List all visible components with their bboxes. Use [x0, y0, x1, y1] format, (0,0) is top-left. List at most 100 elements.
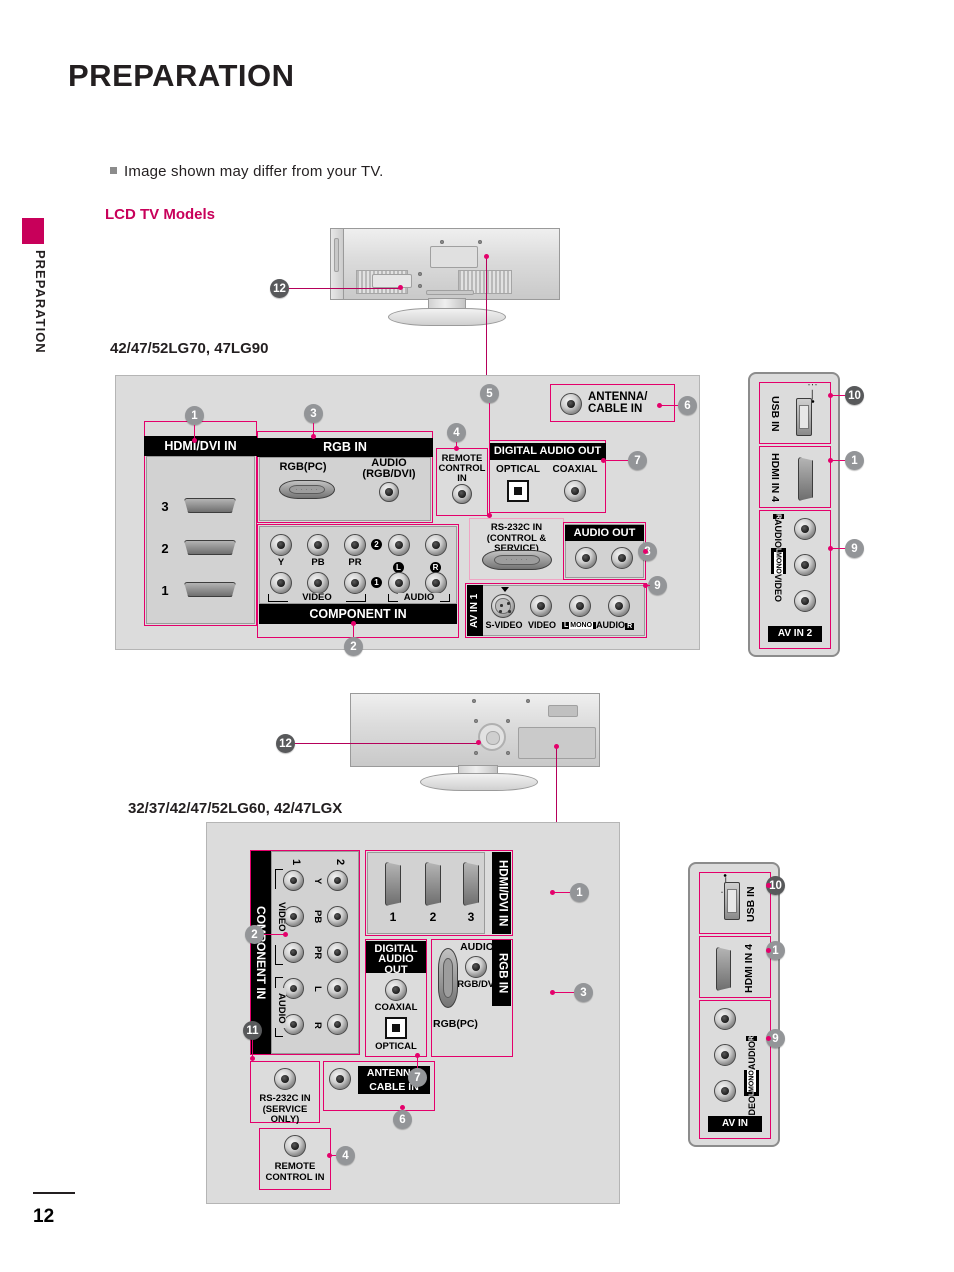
tv-screw-3 [440, 240, 444, 244]
digital-audio-out-optical-label: OPTICAL [496, 464, 540, 475]
callout-11-panel2-dot [250, 1056, 255, 1061]
remote-control-in-p2-jack [284, 1135, 306, 1157]
component-2-pb [307, 534, 329, 556]
connection-panel-lg60: COMPONENT IN 1 2 Y PB PR L R VIDEO AUDIO… [206, 822, 620, 1204]
remote-control-in-label-2: CONTROL IN [438, 463, 486, 484]
component-1-audio-r [425, 572, 447, 594]
callout-10-side2-dot [766, 883, 771, 888]
rgb-in-p2-rgb-pc-connector [438, 948, 458, 1008]
callout-9-side1: 9 [845, 539, 864, 558]
rs232c-p2-jack [274, 1068, 296, 1090]
av-in-1-audio-l-jack [569, 595, 591, 617]
digital-audio-out-p2-optical-port [385, 1017, 407, 1039]
callout-6-panel2-dot [400, 1105, 405, 1110]
page-title: PREPARATION [68, 58, 295, 93]
component-label-pr: PR [348, 557, 362, 568]
component-p2-col1-label: 1 [290, 858, 302, 866]
callout-9-panel1-dot [643, 583, 648, 588]
section-heading: LCD TV Models [105, 206, 216, 223]
rgb-pc-connector: · · · · · [279, 480, 335, 499]
hdmi-port-3 [184, 498, 236, 513]
component-1-y [270, 572, 292, 594]
rgb-pc-p2-pins [443, 958, 453, 998]
remote-control-in-jack [452, 484, 472, 504]
side1-audio-label-row: R AUDIO L MONO VIDEO [768, 514, 788, 634]
component-1-pr [344, 572, 366, 594]
side-tab-block [22, 218, 44, 244]
tv2-top-slot [548, 705, 578, 717]
av-in-1-audio-r-jack [608, 595, 630, 617]
hdmi-dvi-in-title: HDMI/DVI IN [144, 436, 257, 456]
s-video-pins [495, 598, 511, 614]
rs232c-connector: · · · · · [482, 550, 552, 570]
callout-9-side2-dot [766, 1036, 771, 1041]
component-p2-col2-label: 2 [334, 858, 346, 866]
side-panel-av-in-2: USB IN ⋮—• HDMI IN 4 R AUDIO L MONO VIDEO AV… [748, 372, 840, 657]
callout-6-panel1: 6 [678, 396, 697, 415]
callout-12-bottom-dot [476, 740, 481, 745]
av-in-1-right-badge: R [625, 623, 635, 630]
callout-4-panel1-dot [454, 446, 459, 451]
callout-6-panel1-leader [660, 405, 678, 407]
callout-2-panel2: 2 [245, 925, 264, 944]
rgb-in-p2-audio-label: AUDIO [460, 941, 494, 953]
audio-out-right-jack [611, 547, 633, 569]
rgb-in-p2-audio-jack [465, 956, 487, 978]
hdmi-p2-port-1-label: 1 [389, 910, 397, 924]
tv2-screw-top-1 [472, 699, 476, 703]
side2-audio-text: AUDIO [747, 1040, 757, 1070]
tv2-screw-3 [474, 751, 478, 755]
av-in-1-s-video-label: S-VIDEO [485, 620, 523, 630]
hdmi-p2-port-2 [425, 862, 441, 906]
component-set-2-number: 2 [371, 539, 382, 550]
note-text: Image shown may differ from your TV. [124, 163, 384, 180]
side2-audio-label-row: VIDEO L MONO AUDIO R [742, 1004, 762, 1124]
component-p2-2-pr [327, 942, 348, 963]
tv2-vesa-mount [478, 723, 506, 751]
callout-2-panel1-dot [351, 621, 356, 626]
hdmi-p2-port-1 [385, 862, 401, 906]
digital-audio-out-p2-coaxial-jack [385, 979, 407, 1001]
callout-6-panel2: 6 [393, 1110, 412, 1129]
s-video-orientation-marker [501, 587, 509, 592]
callout-2-panel1-leader [353, 625, 355, 637]
callout-12-top-leader [289, 288, 400, 290]
side2-audio-r-jack [714, 1008, 736, 1030]
model-group-2-label: 32/37/42/47/52LG60, 42/47LGX [128, 800, 343, 817]
callout-6-panel1-dot [657, 403, 662, 408]
component-1-pb [307, 572, 329, 594]
av-in-1-video-jack [530, 595, 552, 617]
callout-1-panel2: 1 [570, 883, 589, 902]
digital-audio-out-coaxial-label: COAXIAL [552, 464, 598, 475]
callout-1-side1-dot [828, 458, 833, 463]
callout-10-side1-dot [828, 393, 833, 398]
callout-10-side1-leader [831, 395, 845, 397]
rgb-in-p2-rgb-pc-label: RGB(PC) [433, 1018, 478, 1030]
side2-right-badge: R [746, 1035, 758, 1041]
component-label-pb: PB [311, 557, 325, 568]
hdmi-port-3-label: 3 [161, 499, 169, 514]
rgb-in-p2-audio-sublabel: (RGB/DVI) [454, 979, 500, 990]
note-bullet-icon [110, 167, 117, 174]
rgb-audio-sublabel: (RGB/DVI) [362, 468, 416, 480]
component-p2-audio-label: AUDIO [273, 988, 287, 1028]
side-tab-label: PREPARATION [33, 250, 48, 354]
component-p2-label-pr: PR [312, 946, 323, 960]
side2-usb-port [724, 882, 740, 920]
hdmi-port-1-label: 1 [161, 583, 169, 598]
side2-mono-badge: L MONO [744, 1069, 760, 1096]
callout-5-panel1-dot [487, 513, 492, 518]
tv2-screw-1 [474, 719, 478, 723]
hdmi-p2-port-3-label: 3 [467, 910, 475, 924]
component-p2-2-pb [327, 906, 348, 927]
footer-rule [33, 1192, 75, 1194]
side2-hdmi4-label: HDMI IN 4 [743, 943, 755, 993]
component-2-pr [344, 534, 366, 556]
side2-video-jack [714, 1080, 736, 1102]
tv-illustration-top [330, 228, 570, 326]
antenna-cable-in-p2-jack [329, 1068, 351, 1090]
callout-12-top-dot [398, 285, 403, 290]
callout-1-side1: 1 [845, 451, 864, 470]
side2-hdmi4-port [716, 947, 731, 991]
callout-1-side1-leader [831, 460, 845, 462]
